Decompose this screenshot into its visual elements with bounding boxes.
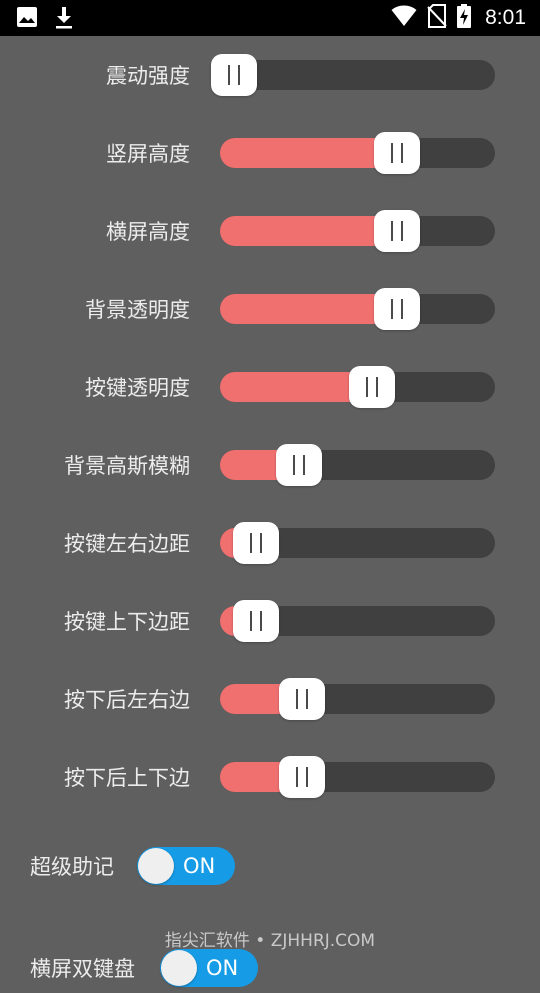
slider-thumb[interactable] <box>232 600 279 642</box>
slider-row: 按键左右边距 <box>0 513 540 573</box>
no-sim-icon <box>427 4 447 32</box>
toggle-switch[interactable]: ON <box>137 847 235 885</box>
slider-thumb[interactable] <box>278 678 325 720</box>
slider-label: 横屏高度 <box>106 220 190 244</box>
slider-fill <box>220 294 397 324</box>
slider-row: 按键透明度 <box>0 357 540 417</box>
grip-line <box>259 533 262 553</box>
toggle-label: 横屏双键盘 <box>30 957 135 981</box>
toggle-state-text: ON <box>183 854 216 878</box>
slider-label: 竖屏高度 <box>106 142 190 166</box>
slider-fill <box>220 216 397 246</box>
grip-line <box>237 65 240 85</box>
slider-thumb[interactable] <box>373 288 420 330</box>
slider-label: 背景高斯模糊 <box>64 454 190 478</box>
slider-label: 震动强度 <box>106 64 190 88</box>
slider-row: 背景透明度 <box>0 279 540 339</box>
grip-line <box>305 689 308 709</box>
slider-label: 按下后左右边 <box>64 688 190 712</box>
grip-line <box>390 299 393 319</box>
slider-label: 按键左右边距 <box>64 532 190 556</box>
toggle-knob <box>161 950 197 986</box>
clock: 8:01 <box>485 6 526 29</box>
toggle-row: 超级助记 ON <box>0 841 540 891</box>
slider-row: 按下后上下边 <box>0 747 540 807</box>
slider-thumb[interactable] <box>276 444 323 486</box>
slider-track[interactable] <box>220 450 495 480</box>
slider-track[interactable] <box>220 294 495 324</box>
grip-line <box>376 377 379 397</box>
grip-line <box>249 611 252 631</box>
slider-track[interactable] <box>220 762 495 792</box>
grip-line <box>366 377 369 397</box>
slider-row: 横屏高度 <box>0 201 540 261</box>
slider-thumb[interactable] <box>373 132 420 174</box>
grip-line <box>305 767 308 787</box>
slider-thumb[interactable] <box>349 366 396 408</box>
slider-thumb[interactable] <box>373 210 420 252</box>
slider-row: 按下后左右边 <box>0 669 540 729</box>
slider-thumb[interactable] <box>278 756 325 798</box>
slider-row: 震动强度 <box>0 45 540 105</box>
download-icon <box>54 6 74 34</box>
grip-line <box>227 65 230 85</box>
grip-line <box>400 299 403 319</box>
grip-line <box>295 689 298 709</box>
slider-thumb[interactable] <box>232 522 279 564</box>
slider-track[interactable] <box>220 684 495 714</box>
grip-line <box>249 533 252 553</box>
slider-label: 按键透明度 <box>85 376 190 400</box>
slider-row: 竖屏高度 <box>0 123 540 183</box>
slider-label: 按下后上下边 <box>64 766 190 790</box>
toggle-knob <box>138 848 174 884</box>
slider-row: 背景高斯模糊 <box>0 435 540 495</box>
watermark: 指尖汇软件 • ZJHHRJ.COM <box>164 931 376 951</box>
grip-line <box>259 611 262 631</box>
grip-line <box>400 143 403 163</box>
grip-line <box>400 221 403 241</box>
image-icon <box>16 6 38 34</box>
slider-label: 按键上下边距 <box>64 610 190 634</box>
slider-track[interactable] <box>220 216 495 246</box>
wifi-icon <box>391 5 417 31</box>
grip-line <box>295 767 298 787</box>
grip-line <box>303 455 306 475</box>
status-bar: 8:01 <box>0 0 540 36</box>
grip-line <box>390 221 393 241</box>
grip-line <box>390 143 393 163</box>
slider-row: 按键上下边距 <box>0 591 540 651</box>
slider-track[interactable] <box>220 60 495 90</box>
slider-track[interactable] <box>220 138 495 168</box>
slider-label: 背景透明度 <box>85 298 190 322</box>
battery-charging-icon <box>457 4 472 32</box>
toggle-label: 超级助记 <box>30 855 114 879</box>
grip-line <box>293 455 296 475</box>
toggle-switch[interactable]: ON <box>160 949 258 987</box>
slider-thumb[interactable] <box>210 54 257 96</box>
slider-fill <box>220 138 397 168</box>
